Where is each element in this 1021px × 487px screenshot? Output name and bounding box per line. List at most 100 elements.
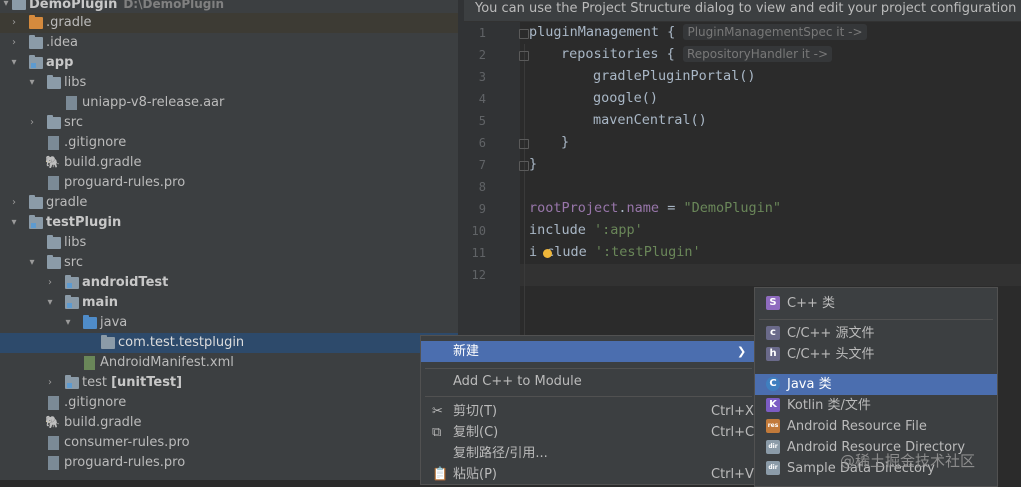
tree-item-java[interactable]: ▾ java [0, 313, 458, 333]
tree-item-test[interactable]: › test [unitTest] [0, 373, 458, 393]
package-icon [101, 335, 115, 349]
file-icon [48, 176, 59, 190]
tree-item-gitignore[interactable]: .gitignore [0, 393, 458, 413]
code-line-7[interactable]: } [529, 156, 537, 172]
chevron-right-icon[interactable]: › [8, 193, 20, 213]
tree-item-proguard[interactable]: proguard-rules.pro [0, 173, 458, 193]
chevron-down-icon[interactable]: ▾ [62, 313, 74, 333]
tree-item-idea[interactable]: › .idea [0, 33, 458, 53]
inlay-hint: RepositoryHandler it -> [682, 46, 833, 62]
tree-item-androidtest[interactable]: › androidTest [0, 273, 458, 293]
tree-item-libs[interactable]: ▾ libs [0, 73, 458, 93]
code-line-11[interactable]: i clude ':testPlugin' [529, 244, 701, 260]
tree-item-src[interactable]: › src [0, 113, 458, 133]
menu-item-cut[interactable]: ✂ 剪切(T) Ctrl+X [421, 401, 756, 422]
chevron-down-icon[interactable]: ▾ [8, 53, 20, 73]
lightbulb-icon[interactable] [543, 249, 552, 258]
code-line-6[interactable]: } [561, 134, 569, 150]
code-line-9[interactable]: rootProject.name = "DemoPlugin" [529, 200, 781, 216]
menu-item-paste[interactable]: 📋 粘贴(P) Ctrl+V [421, 464, 756, 485]
tree-item-aar[interactable]: uniapp-v8-release.aar [0, 93, 458, 113]
submenu-item-android-resource-file[interactable]: res Android Resource File [755, 416, 997, 437]
tree-item-label: androidTest [82, 275, 169, 290]
chevron-right-icon[interactable]: › [8, 33, 20, 53]
code-token: name [626, 200, 660, 216]
tree-item-app[interactable]: ▾ app [0, 53, 458, 73]
project-structure-banner[interactable]: You can use the Project Structure dialog… [464, 0, 1021, 22]
tree-root[interactable]: ▾ DemoPlugin D:\DemoPlugin [0, 0, 458, 14]
tree-item-libs[interactable]: libs [0, 233, 458, 253]
code-line-5[interactable]: mavenCentral() [593, 112, 707, 128]
folder-icon [29, 35, 43, 49]
submenu-item-kotlin[interactable]: K Kotlin 类/文件 [755, 395, 997, 416]
tree-item-consumer-rules[interactable]: consumer-rules.pro [0, 433, 458, 453]
menu-item-label: 粘贴(P) [453, 467, 497, 482]
file-icon [48, 396, 59, 410]
submenu-item-c-source[interactable]: c C/C++ 源文件 [755, 323, 997, 344]
menu-separator [425, 396, 752, 397]
folder-icon [29, 195, 43, 209]
fold-marker-icon[interactable] [519, 139, 529, 149]
fold-marker-icon[interactable] [519, 51, 529, 61]
menu-item-copy-path[interactable]: 复制路径/引用... [421, 443, 756, 464]
code-line-3[interactable]: gradlePluginPortal() [593, 68, 756, 84]
tree-item-label: libs [64, 235, 87, 250]
submenu-item-cpp-class[interactable]: S C++ 类 [755, 293, 997, 314]
code-token: clude [546, 244, 595, 260]
context-menu: 新建 ❯ Add C++ to Module ✂ 剪切(T) Ctrl+X ⧉ … [420, 335, 757, 485]
chevron-down-icon[interactable]: ▾ [8, 213, 20, 233]
chevron-right-icon[interactable]: › [44, 373, 56, 393]
menu-item-label: Add C++ to Module [453, 374, 582, 389]
tree-item-extra: [unitTest] [111, 375, 183, 390]
chevron-right-icon[interactable]: › [8, 13, 20, 33]
chevron-down-icon[interactable]: ▾ [44, 293, 56, 313]
tree-item-testplugin[interactable]: ▾ testPlugin [0, 213, 458, 233]
code-token: ':testPlugin' [594, 244, 701, 260]
file-icon [48, 456, 59, 470]
tree-item-main[interactable]: ▾ main [0, 293, 458, 313]
tree-item-build-gradle[interactable]: 🐘 build.gradle [0, 413, 458, 433]
resource-file-icon: res [766, 419, 780, 433]
folder-icon [47, 235, 61, 249]
code-line-2[interactable]: repositories { RepositoryHandler it -> [561, 46, 833, 62]
tree-item-gradle[interactable]: › gradle [0, 193, 458, 213]
code-token: ':app' [594, 222, 643, 238]
code-line-4[interactable]: google() [593, 90, 658, 106]
tree-item-label: .gitignore [64, 395, 127, 410]
file-icon [48, 136, 59, 150]
submenu-arrow-icon: ❯ [737, 345, 747, 358]
submenu-item-java-class[interactable]: C Java 类 [755, 374, 997, 395]
fold-marker-icon[interactable] [519, 29, 529, 39]
fold-marker-icon[interactable] [519, 161, 529, 171]
chevron-down-icon[interactable]: ▾ [26, 73, 38, 93]
tree-item-build-gradle[interactable]: 🐘 build.gradle [0, 153, 458, 173]
tree-item-gradle-dir[interactable]: › .gradle [0, 13, 458, 33]
menu-item-copy[interactable]: ⧉ 复制(C) Ctrl+C [421, 422, 756, 443]
line-number: 3 [478, 70, 486, 84]
menu-separator [759, 319, 993, 320]
tree-item-label: java [100, 315, 128, 330]
menu-item-add-cpp[interactable]: Add C++ to Module [421, 371, 756, 392]
code-line-10[interactable]: include ':app' [529, 222, 643, 238]
tree-item-label: main [82, 295, 119, 310]
menu-item-new[interactable]: 新建 ❯ [421, 341, 756, 362]
submenu-item-c-header[interactable]: h C/C++ 头文件 [755, 344, 997, 365]
tree-item-src[interactable]: ▾ src [0, 253, 458, 273]
tree-item-package[interactable]: com.test.testplugin [0, 333, 458, 353]
tree-item-gitignore[interactable]: .gitignore [0, 133, 458, 153]
tree-item-label: .gitignore [64, 135, 127, 150]
chevron-down-icon[interactable]: ▾ [0, 0, 12, 14]
chevron-right-icon[interactable]: › [44, 273, 56, 293]
menu-item-label: Kotlin 类/文件 [787, 398, 871, 413]
chevron-down-icon[interactable]: ▾ [26, 253, 38, 273]
tree-item-label: src [64, 255, 83, 270]
copy-icon: ⧉ [432, 425, 442, 440]
tree-item-proguard[interactable]: proguard-rules.pro [0, 453, 458, 473]
tree-item-manifest[interactable]: AndroidManifest.xml [0, 353, 458, 373]
tree-item-label: libs [64, 75, 87, 90]
tree-item-label: gradle [46, 195, 88, 210]
code-token: . [618, 200, 627, 216]
chevron-right-icon[interactable]: › [26, 113, 38, 133]
line-number: 12 [471, 268, 486, 282]
code-line-1[interactable]: pluginManagement { PluginManagementSpec … [529, 24, 867, 40]
